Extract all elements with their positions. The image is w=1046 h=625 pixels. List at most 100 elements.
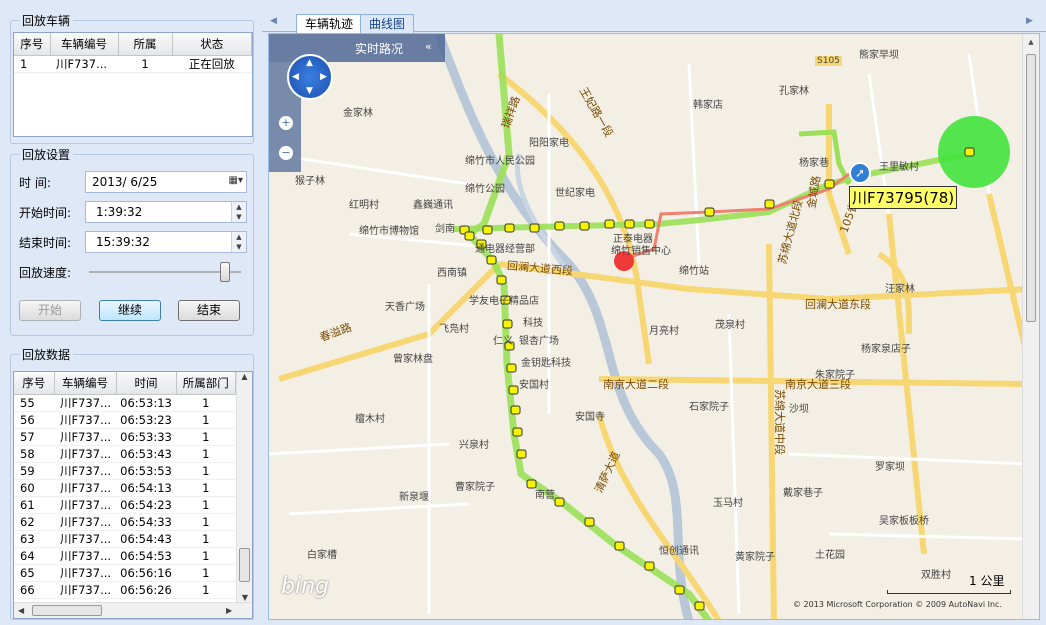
bus-marker-icon[interactable] [704, 207, 715, 217]
table-row[interactable]: 66 川F737... 06:56:26 1 [14, 581, 236, 599]
data-hscroll[interactable]: ◀ ▶ [14, 602, 252, 618]
tab-scroll-left-icon[interactable]: ◀ [270, 16, 277, 26]
map-view[interactable]: 熊家早坝 孔家林 S105 韩家店 王妃路一段 瑞祥路 金家林 阳阳家电 绵竹市… [268, 33, 1040, 620]
bus-marker-icon[interactable] [624, 219, 635, 229]
bus-marker-icon[interactable] [516, 449, 527, 459]
bus-marker-icon[interactable] [482, 225, 493, 235]
end-time-input[interactable]: 15:39:32 ▲ ▼ [85, 231, 247, 253]
cell: 61 [14, 496, 54, 514]
hscroll-thumb[interactable] [32, 605, 102, 616]
bus-marker-icon[interactable] [644, 219, 655, 229]
start-time-spinner[interactable]: ▲ ▼ [231, 202, 246, 222]
spin-down-icon[interactable]: ▼ [232, 242, 246, 252]
col-vehicle[interactable]: 车辆编号 [54, 372, 117, 395]
start-time-input[interactable]: 1:39:32 ▲ ▼ [85, 201, 247, 223]
bing-logo: bing [281, 574, 329, 599]
data-vscroll[interactable]: ▲ ▼ [236, 372, 252, 602]
end-time-value: 15:39:32 [96, 235, 150, 249]
place-label: 红明村 [349, 200, 379, 211]
bus-marker-icon[interactable] [464, 231, 475, 241]
end-button[interactable]: 结束 [178, 300, 240, 321]
table-row[interactable]: 55 川F737... 06:53:13 1 [14, 394, 236, 412]
bus-marker-icon[interactable] [504, 223, 515, 233]
place-label: 绵竹市博物馆 [359, 226, 419, 237]
place-label: 科技 [523, 318, 543, 329]
bus-marker-icon[interactable] [510, 405, 521, 415]
bus-marker-icon[interactable] [614, 541, 625, 551]
bus-marker-icon[interactable] [824, 179, 835, 189]
cell: 06:53:53 [116, 462, 176, 480]
tab-vehicle-track[interactable]: 车辆轨迹 [296, 14, 363, 34]
col-department[interactable]: 所属部门 [176, 372, 236, 395]
end-time-spinner[interactable]: ▲ ▼ [231, 232, 246, 252]
scroll-thumb[interactable] [239, 548, 250, 582]
map-vscroll[interactable]: ▲ [1022, 34, 1039, 619]
scroll-up-icon[interactable]: ▲ [237, 372, 252, 381]
table-row[interactable]: 58 川F737... 06:53:43 1 [14, 445, 236, 463]
bus-marker-icon[interactable] [764, 199, 775, 209]
bus-marker-icon[interactable] [508, 385, 519, 395]
zoom-out-icon[interactable]: − [279, 146, 293, 160]
bus-marker-icon[interactable] [579, 221, 590, 231]
pan-control-icon[interactable]: ▲ ▼ ◀ ▶ [287, 54, 333, 100]
speed-slider[interactable] [85, 262, 247, 282]
col-belong[interactable]: 所属 [118, 33, 173, 56]
date-picker[interactable]: 2013/ 6/25 ▦▾ [85, 171, 247, 193]
place-label: 阳阳家电 [529, 138, 569, 149]
continue-button[interactable]: 继续 [99, 300, 161, 321]
col-index[interactable]: 序号 [14, 33, 51, 56]
scroll-left-icon[interactable]: ◀ [18, 606, 24, 615]
zoom-in-icon[interactable]: + [279, 116, 293, 130]
bus-marker-icon[interactable] [496, 275, 507, 285]
col-vehicle[interactable]: 车辆编号 [50, 33, 119, 56]
spin-up-icon[interactable]: ▲ [232, 232, 246, 242]
bus-marker-icon[interactable] [604, 219, 615, 229]
bus-marker-icon[interactable] [486, 255, 497, 265]
double-chevron-left-icon[interactable]: « [425, 40, 432, 53]
table-row[interactable]: 64 川F737... 06:54:53 1 [14, 547, 236, 565]
table-row[interactable]: 61 川F737... 06:54:23 1 [14, 496, 236, 514]
place-label: 曾家林盘 [393, 354, 433, 365]
data-grid[interactable]: 序号 车辆编号 时间 所属部门 55 川F737... 06:53:13 1 56 川F7… [13, 371, 253, 619]
scroll-up-icon[interactable]: ▲ [1023, 38, 1039, 46]
bus-marker-icon[interactable] [512, 427, 523, 437]
date-label: 时 间: [19, 175, 51, 190]
bus-marker-icon[interactable] [506, 363, 517, 373]
table-row[interactable]: 57 川F737... 06:53:33 1 [14, 428, 236, 446]
tab-scroll-right-icon[interactable]: ▶ [1026, 16, 1033, 26]
table-row[interactable]: 60 川F737... 06:54:13 1 [14, 479, 236, 497]
cell: 川F737... [54, 530, 116, 548]
bus-marker-icon[interactable] [694, 601, 705, 611]
place-label: 白家槽 [307, 550, 337, 561]
table-row[interactable]: 59 川F737... 06:53:53 1 [14, 462, 236, 480]
calendar-dropdown-icon[interactable]: ▦▾ [229, 175, 243, 186]
bus-marker-icon[interactable] [964, 147, 975, 157]
scroll-right-icon[interactable]: ▶ [226, 606, 232, 615]
table-row[interactable]: 62 川F737... 06:54:33 1 [14, 513, 236, 531]
bus-marker-icon[interactable] [554, 221, 565, 231]
start-button[interactable]: 开始 [19, 300, 81, 321]
bus-marker-icon[interactable] [502, 319, 513, 329]
col-index[interactable]: 序号 [14, 372, 55, 395]
bus-marker-icon[interactable] [554, 497, 565, 507]
place-label: 杨家泉店子 [861, 344, 911, 355]
bus-marker-icon[interactable] [674, 585, 685, 595]
vehicle-arrow-icon[interactable]: ➚ [849, 162, 871, 184]
spin-down-icon[interactable]: ▼ [232, 212, 246, 222]
bus-marker-icon[interactable] [644, 561, 655, 571]
table-row[interactable]: 63 川F737... 06:54:43 1 [14, 530, 236, 548]
tab-curve-chart[interactable]: 曲线图 [360, 14, 415, 33]
map-scroll-thumb[interactable] [1026, 54, 1036, 322]
table-row[interactable]: 65 川F737... 06:56:16 1 [14, 564, 236, 582]
table-row[interactable]: 1 川F737... 1 正在回放 [14, 55, 252, 73]
scroll-down-icon[interactable]: ▼ [237, 593, 252, 602]
table-row[interactable]: 56 川F737... 06:53:23 1 [14, 411, 236, 429]
bus-marker-icon[interactable] [584, 517, 595, 527]
vehicle-label[interactable]: 川F73795(78) [849, 186, 958, 209]
spin-up-icon[interactable]: ▲ [232, 202, 246, 212]
bus-marker-icon[interactable] [529, 223, 540, 233]
col-status[interactable]: 状态 [172, 33, 252, 56]
slider-thumb[interactable] [219, 262, 230, 282]
vehicles-grid[interactable]: 序号 车辆编号 所属 状态 1 川F737... 1 正在回放 [13, 32, 253, 137]
col-time[interactable]: 时间 [116, 372, 177, 395]
